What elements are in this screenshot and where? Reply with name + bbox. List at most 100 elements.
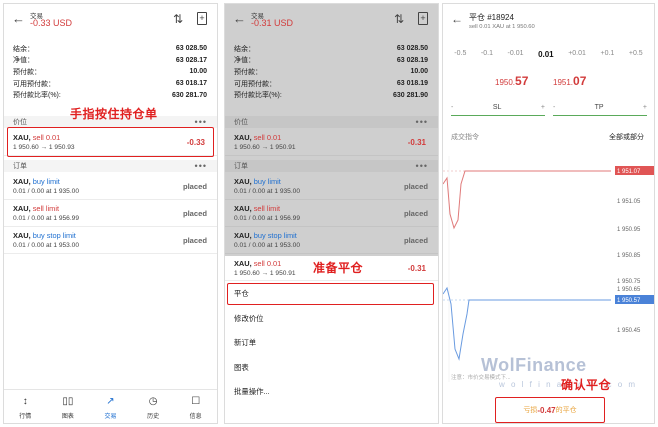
- order-status: placed: [403, 182, 428, 191]
- account-row: 预付款： 10.00: [4, 66, 217, 78]
- volume-step[interactable]: +0.5: [629, 50, 643, 62]
- sort-icon[interactable]: ⇅: [394, 12, 404, 26]
- confirm-close-button[interactable]: 亏损 -0.47 的平仓: [495, 397, 605, 423]
- axis-label: 1 951.07: [617, 169, 641, 175]
- account-label: 预付款：: [234, 68, 262, 76]
- back-arrow-icon[interactable]: ←: [451, 12, 463, 26]
- take-profit-field[interactable]: - TP +: [553, 100, 647, 116]
- order-title: XAU, buy limit: [13, 177, 60, 186]
- volume-step[interactable]: +0.1: [600, 50, 614, 62]
- sl-minus-button[interactable]: -: [451, 104, 453, 111]
- account-summary: 结余： 63 028.50 净值： 63 028.17 预付款： 10.00 可用预付…: [4, 43, 217, 101]
- position-profit: -0.31: [407, 138, 426, 147]
- account-label: 预付款比率(%):: [13, 92, 61, 100]
- volume-step[interactable]: -0.1: [481, 50, 493, 62]
- bid-price: 1950.57: [495, 74, 529, 88]
- nav-label: 信息: [189, 414, 202, 420]
- order-row[interactable]: XAU, sell limit 0.01 / 0.00 at 1 956.99 …: [225, 201, 438, 227]
- order-row[interactable]: XAU, buy limit 0.01 / 0.00 at 1 935.00 p…: [225, 174, 438, 200]
- axis-label: 1 950.95: [617, 227, 641, 233]
- order-detail: 0.01 / 0.00 at 1 953.00: [234, 242, 300, 249]
- annotation-text: 确认平仓: [561, 378, 612, 392]
- new-order-icon[interactable]: +: [197, 12, 207, 25]
- new-order-icon[interactable]: +: [418, 12, 428, 25]
- axis-label: 1 950.85: [617, 253, 641, 259]
- order-title: XAU, buy limit: [234, 177, 281, 186]
- account-value: 630 281.90: [392, 91, 428, 99]
- order-row[interactable]: XAU, buy limit 0.01 / 0.00 at 1 935.00 p…: [4, 174, 217, 200]
- account-value: 63 028.17: [175, 56, 207, 64]
- confirm-amount: -0.47: [537, 405, 556, 415]
- tick-chart: 1 951.07 1 951.05 1 950.95 1 950.85 1 95…: [443, 156, 654, 382]
- close-position-panel: ← 平仓 #18924 sell 0.01 XAU at 1 950.60 -0…: [442, 3, 655, 424]
- stop-loss-field[interactable]: - SL +: [451, 100, 545, 116]
- position-row[interactable]: XAU, sell 0.01 1 950.60 → 1 950.91 -0.31: [225, 130, 438, 156]
- sl-label: SL: [492, 103, 502, 111]
- menu-new-order[interactable]: 新订单: [225, 330, 438, 355]
- volume-value[interactable]: 0.01: [538, 50, 554, 62]
- chart-icon: ▯▯: [62, 396, 74, 407]
- order-status: placed: [403, 236, 428, 245]
- account-label: 净值：: [13, 57, 34, 65]
- order-status: placed: [403, 209, 428, 218]
- menu-bulk-operations[interactable]: 批量操作...: [225, 379, 438, 404]
- section-label: 价位: [13, 119, 27, 126]
- account-row: 可用预付款： 63 018.17: [4, 78, 217, 90]
- order-title: XAU, sell limit: [13, 204, 60, 213]
- confirm-suffix: 的平仓: [555, 407, 577, 414]
- order-detail: 0.01 / 0.00 at 1 956.99: [13, 215, 79, 222]
- account-value: 630 281.70: [171, 91, 207, 99]
- nav-label: 历史: [147, 414, 160, 420]
- tp-minus-button[interactable]: -: [553, 104, 555, 111]
- nav-trade[interactable]: ↗ 交易: [89, 390, 132, 423]
- nav-history[interactable]: ◷ 历史: [132, 390, 175, 423]
- more-icon[interactable]: •••: [416, 161, 428, 171]
- account-value: 63 028.50: [175, 45, 207, 53]
- back-arrow-icon[interactable]: ←: [233, 11, 246, 26]
- order-detail: 0.01 / 0.00 at 1 956.99: [234, 215, 300, 222]
- more-icon[interactable]: •••: [195, 161, 207, 171]
- tp-underline: [553, 115, 647, 116]
- order-detail: 0.01 / 0.00 at 1 935.00: [234, 188, 300, 195]
- account-value: 63 028.19: [396, 56, 428, 64]
- nav-info[interactable]: ☐ 信息: [174, 390, 217, 423]
- info-icon: ☐: [191, 396, 201, 407]
- back-arrow-icon[interactable]: ←: [12, 11, 25, 26]
- sl-plus-button[interactable]: +: [541, 104, 545, 111]
- trade-icon: ↗: [106, 396, 115, 407]
- sort-icon[interactable]: ⇅: [173, 12, 183, 26]
- order-status: placed: [182, 209, 207, 218]
- position-profit: -0.31: [407, 264, 426, 273]
- menu-modify-position[interactable]: 修改价位: [225, 306, 438, 331]
- nav-chart[interactable]: ▯▯ 图表: [47, 390, 90, 423]
- more-icon[interactable]: •••: [195, 117, 207, 127]
- account-value: 10.00: [189, 68, 207, 76]
- account-label: 结余：: [13, 45, 34, 53]
- floating-balance: -0.31 USD: [251, 18, 294, 28]
- position-prices: 1 950.60 → 1 950.91: [234, 144, 296, 151]
- volume-step[interactable]: +0.01: [568, 50, 586, 62]
- nav-label: 交易: [104, 414, 117, 420]
- volume-step[interactable]: -0.5: [454, 50, 466, 62]
- account-row: 预付款： 10.00: [225, 66, 438, 78]
- order-row[interactable]: XAU, sell limit 0.01 / 0.00 at 1 956.99 …: [4, 201, 217, 227]
- confirm-prefix: 亏损: [523, 407, 538, 414]
- menu-chart[interactable]: 图表: [225, 355, 438, 380]
- account-label: 净值：: [234, 57, 255, 65]
- more-icon[interactable]: •••: [416, 117, 428, 127]
- account-label: 预付款：: [13, 68, 41, 76]
- order-row[interactable]: XAU, buy stop limit 0.01 / 0.00 at 1 953…: [225, 228, 438, 254]
- fill-policy-row[interactable]: 成交指令 全部或部分: [451, 132, 644, 144]
- account-row: 可用预付款： 63 018.19: [225, 78, 438, 90]
- fill-policy-value[interactable]: 全部或部分: [609, 132, 644, 144]
- account-row: 结余： 63 028.50: [225, 43, 438, 55]
- volume-step[interactable]: -0.01: [508, 50, 524, 62]
- nav-quotes[interactable]: ↕ 行情: [4, 390, 47, 423]
- tp-plus-button[interactable]: +: [643, 104, 647, 111]
- order-row[interactable]: XAU, buy stop limit 0.01 / 0.00 at 1 953…: [4, 228, 217, 254]
- nav-label: 行情: [19, 414, 32, 420]
- bid-line: [443, 170, 611, 230]
- positions-section-header: 价位 •••: [225, 116, 438, 128]
- orders-section-header: 订单 •••: [225, 160, 438, 172]
- header: ← 交易 -0.31 USD ⇅ +: [225, 4, 438, 34]
